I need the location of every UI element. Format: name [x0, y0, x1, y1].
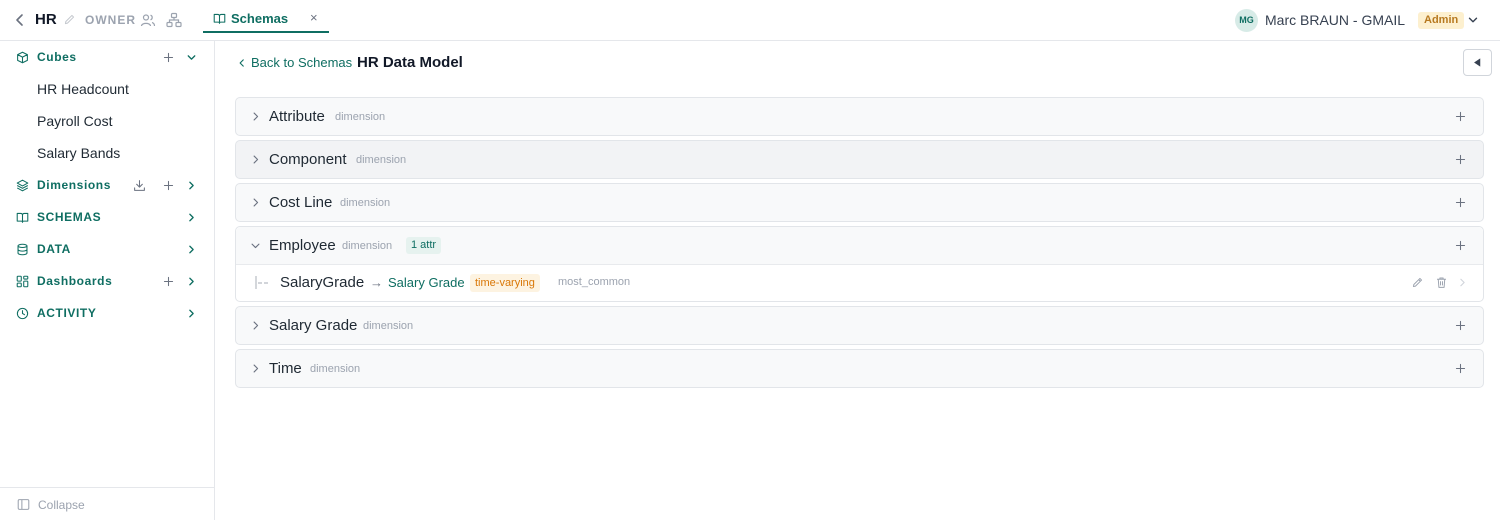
hierarchy-icon[interactable] [166, 12, 182, 28]
sidebar-item-hr-headcount[interactable]: HR Headcount [37, 81, 129, 97]
dimension-type: dimension [340, 197, 391, 209]
sidebar-item-salary-bands[interactable]: Salary Bands [37, 145, 120, 161]
tree-connector-icon [254, 276, 272, 290]
sidebar-section-dimensions[interactable]: Dimensions [0, 171, 214, 199]
chevron-down-icon[interactable] [1466, 13, 1480, 27]
sidebar-section-label: SCHEMAS [37, 210, 102, 224]
chevron-right-icon[interactable] [185, 307, 198, 320]
admin-badge: Admin [1418, 12, 1465, 29]
chevron-down-icon[interactable] [185, 51, 198, 64]
dimension-row-cost-line[interactable]: Cost Line dimension [235, 183, 1484, 222]
chevron-right-icon [250, 111, 261, 122]
toggle-panel-button[interactable] [1463, 49, 1492, 76]
sidebar-section-label: Cubes [37, 50, 77, 64]
dimension-type: dimension [310, 363, 361, 375]
download-icon[interactable] [133, 179, 146, 192]
dimension-type: dimension [363, 320, 414, 332]
page-title: HR Data Model [357, 54, 463, 71]
dashboard-icon [16, 275, 29, 288]
book-icon [213, 12, 226, 25]
chevron-down-icon [250, 240, 261, 251]
top-bar: HR OWNER Schemas × MG Marc BRAUN - GMAIL… [0, 0, 1500, 41]
user-name[interactable]: Marc BRAUN - GMAIL [1265, 12, 1405, 28]
chevron-right-icon[interactable] [185, 179, 198, 192]
tab-label: Schemas [231, 11, 289, 26]
sidebar-panel-icon [17, 498, 30, 511]
chevron-right-icon [250, 197, 261, 208]
dimension-type: dimension [356, 154, 407, 166]
dimension-type: dimension [342, 240, 393, 252]
layers-icon [16, 179, 29, 192]
attribute-row-salarygrade[interactable]: SalaryGrade → Salary Grade time-varying … [236, 265, 1483, 301]
dimension-name: Employee [269, 237, 336, 254]
sidebar-section-dashboards[interactable]: Dashboards [0, 267, 214, 295]
role-label: OWNER [85, 13, 136, 27]
dimension-group-employee: Employee dimension 1 attr SalaryGrade → … [235, 226, 1484, 302]
aggregation-label: most_common [558, 276, 631, 288]
arrow-symbol: → [370, 275, 383, 290]
cube-icon [16, 51, 29, 64]
trash-icon[interactable] [1435, 276, 1448, 289]
clock-icon [16, 307, 29, 320]
add-icon[interactable] [1454, 239, 1467, 252]
book-icon [16, 211, 29, 224]
dimension-row-time[interactable]: Time dimension [235, 349, 1484, 388]
dimension-name: Salary Grade [269, 317, 358, 334]
add-icon[interactable] [1454, 110, 1467, 123]
triangle-left-icon [1474, 58, 1481, 67]
collapse-sidebar-button[interactable]: Collapse [0, 487, 214, 520]
sidebar-section-label: Dashboards [37, 274, 113, 288]
edit-pencil-icon[interactable] [1411, 276, 1424, 289]
sidebar-section-label: ACTIVITY [37, 306, 97, 320]
dimension-row-salary-grade[interactable]: Salary Grade dimension [235, 306, 1484, 345]
add-icon[interactable] [1454, 153, 1467, 166]
back-link-label: Back to Schemas [251, 55, 353, 70]
sidebar-section-cubes[interactable]: Cubes [0, 43, 214, 71]
sidebar-section-activity[interactable]: ACTIVITY [0, 299, 214, 327]
database-icon [16, 243, 29, 256]
sidebar-item-payroll-cost[interactable]: Payroll Cost [37, 113, 112, 129]
dimension-row-employee[interactable]: Employee dimension 1 attr [236, 227, 1483, 265]
add-icon[interactable] [1454, 362, 1467, 375]
chevron-right-icon[interactable] [185, 211, 198, 224]
dimension-type: dimension [335, 111, 386, 123]
add-icon[interactable] [162, 51, 175, 64]
chevron-left-icon [237, 58, 247, 68]
sidebar-section-data[interactable]: DATA [0, 235, 214, 263]
add-icon[interactable] [1454, 196, 1467, 209]
dimension-row-attribute[interactable]: Attribute dimension [235, 97, 1484, 136]
add-icon[interactable] [162, 179, 175, 192]
dimension-name: Component [269, 151, 347, 168]
sidebar: Cubes HR Headcount Payroll Cost Salary B… [0, 41, 215, 520]
chevron-right-icon[interactable] [185, 243, 198, 256]
sidebar-section-label: Dimensions [37, 178, 112, 192]
chevron-right-icon [250, 363, 261, 374]
add-icon[interactable] [1454, 319, 1467, 332]
attribute-name[interactable]: SalaryGrade [280, 274, 364, 291]
back-arrow-icon[interactable] [12, 12, 28, 28]
attribute-count-badge: 1 attr [406, 237, 442, 254]
close-tab-button[interactable]: × [310, 10, 318, 25]
attribute-target-link[interactable]: Salary Grade [388, 275, 465, 290]
add-icon[interactable] [162, 275, 175, 288]
dimension-row-component[interactable]: Component dimension [235, 140, 1484, 179]
chevron-right-icon[interactable] [185, 275, 198, 288]
time-varying-badge: time-varying [470, 274, 540, 292]
collapse-label: Collapse [38, 498, 85, 512]
sidebar-section-schemas[interactable]: SCHEMAS [0, 203, 214, 231]
dimension-name: Time [269, 360, 302, 377]
avatar[interactable]: MG [1235, 9, 1258, 32]
app-name: HR [35, 11, 57, 28]
chevron-right-icon [250, 320, 261, 331]
tab-schemas[interactable]: Schemas × [203, 7, 329, 33]
chevron-right-icon [250, 154, 261, 165]
dimension-name: Attribute [269, 108, 325, 125]
chevron-right-icon[interactable] [1456, 276, 1469, 289]
dimension-name: Cost Line [269, 194, 333, 211]
users-icon[interactable] [140, 12, 156, 28]
edit-pencil-icon[interactable] [63, 13, 76, 26]
sidebar-section-label: DATA [37, 242, 71, 256]
